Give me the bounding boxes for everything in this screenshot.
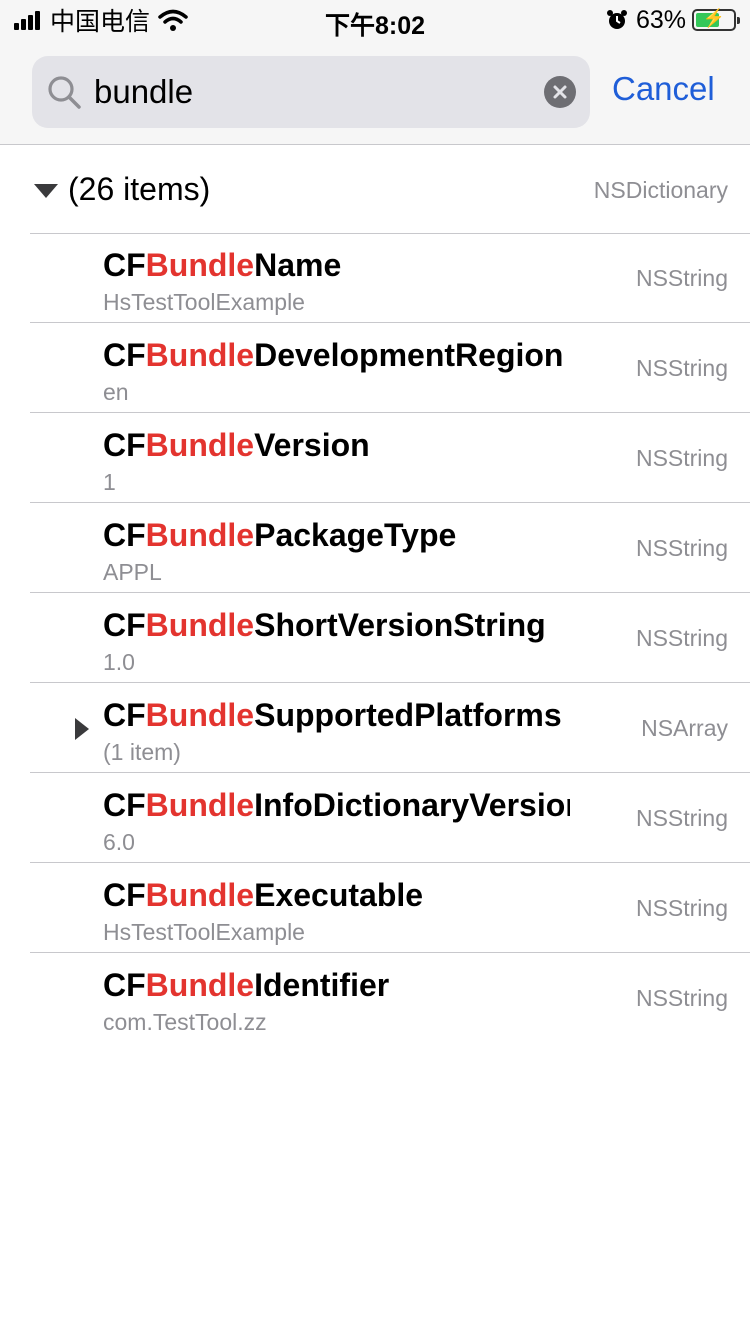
entry-type: NSString	[635, 805, 728, 831]
status-bar: 中国电信 下午8:02 63% ⚡	[0, 0, 750, 40]
key-match-highlight: Bundle	[145, 427, 255, 463]
key-suffix: Executable	[254, 877, 424, 913]
clear-icon	[553, 85, 567, 99]
root-dictionary-row[interactable]: (26 items) NSDictionary	[0, 145, 750, 234]
entry-key: CFBundleIdentifier	[103, 967, 570, 1004]
list-item[interactable]: CFBundlePackageType APPL NSString	[0, 503, 750, 593]
entry-key: CFBundleDevelopmentRegion	[103, 337, 570, 374]
entry-key: CFBundleShortVersionString	[103, 607, 570, 644]
collapse-triangle-icon[interactable]	[34, 183, 58, 199]
list-item[interactable]: CFBundleShortVersionString 1.0 NSString	[0, 593, 750, 683]
key-match-highlight: Bundle	[145, 607, 255, 643]
entry-type: NSArray	[641, 715, 728, 741]
list-item[interactable]: CFBundleVersion 1 NSString	[0, 413, 750, 503]
entry-value: com.TestTool.zz	[103, 1009, 267, 1035]
entry-type: NSString	[635, 355, 728, 381]
key-match-highlight: Bundle	[145, 787, 255, 823]
entry-key: CFBundleName	[103, 247, 570, 284]
key-suffix: Name	[254, 247, 342, 283]
entry-type: NSString	[635, 265, 728, 291]
entry-value: en	[103, 379, 129, 405]
entry-key: CFBundlePackageType	[103, 517, 570, 554]
key-match-highlight: Bundle	[145, 967, 255, 1003]
key-prefix: CF	[103, 247, 146, 283]
entry-value: (1 item)	[103, 739, 181, 765]
key-prefix: CF	[103, 697, 146, 733]
entry-value: APPL	[103, 559, 162, 585]
list-item[interactable]: CFBundleDevelopmentRegion en NSString	[0, 323, 750, 413]
entry-type: NSString	[635, 445, 728, 471]
key-suffix: ShortVersionString	[254, 607, 546, 643]
entry-key: CFBundleExecutable	[103, 877, 570, 914]
entry-value: 1	[103, 469, 116, 495]
key-match-highlight: Bundle	[145, 877, 255, 913]
search-icon	[48, 76, 81, 109]
entry-value: 1.0	[103, 649, 135, 675]
entry-value: 6.0	[103, 829, 135, 855]
list-item[interactable]: CFBundleExecutable HsTestToolExample NSStr…	[0, 863, 750, 953]
entry-value: HsTestToolExample	[103, 289, 305, 315]
key-match-highlight: Bundle	[145, 247, 255, 283]
key-suffix: DevelopmentRegion	[254, 337, 564, 373]
search-bar: Cancel	[0, 40, 750, 145]
key-match-highlight: Bundle	[145, 337, 255, 373]
key-prefix: CF	[103, 787, 146, 823]
key-suffix: PackageType	[254, 517, 457, 553]
list-item[interactable]: CFBundleIdentifier com.TestTool.zz NSStrin…	[0, 953, 750, 1043]
key-prefix: CF	[103, 607, 146, 643]
entry-key: CFBundleVersion	[103, 427, 570, 464]
search-input[interactable]	[94, 68, 554, 116]
cancel-button[interactable]: Cancel	[612, 70, 715, 108]
entry-value: HsTestToolExample	[103, 919, 305, 945]
key-prefix: CF	[103, 877, 146, 913]
root-item-count: (26 items)	[68, 171, 211, 207]
entry-type: NSString	[635, 625, 728, 651]
key-suffix: SupportedPlatforms	[254, 697, 562, 733]
list-item[interactable]: CFBundleSupportedPlatforms (1 item) NSArra…	[0, 683, 750, 773]
key-prefix: CF	[103, 427, 146, 463]
key-prefix: CF	[103, 967, 146, 1003]
entry-key: CFBundleSupportedPlatforms	[103, 697, 570, 734]
key-suffix: Identifier	[254, 967, 390, 1003]
key-match-highlight: Bundle	[145, 697, 255, 733]
battery-percent: 63%	[635, 5, 686, 34]
list-item[interactable]: CFBundleInfoDictionaryVersion 6.0 NSString	[0, 773, 750, 863]
status-bar-right: 63% ⚡	[606, 5, 740, 34]
entry-type: NSString	[635, 985, 728, 1011]
alarm-icon	[606, 10, 627, 29]
key-prefix: CF	[103, 517, 146, 553]
key-match-highlight: Bundle	[145, 517, 255, 553]
list-item[interactable]: CFBundleName HsTestToolExample NSString	[0, 233, 750, 323]
expand-triangle-icon[interactable]	[74, 718, 90, 740]
key-suffix: InfoDictionaryVersion	[254, 787, 570, 823]
plist-entry-list: CFBundleName HsTestToolExample NSString CFB…	[0, 233, 750, 1043]
search-field[interactable]	[32, 56, 590, 128]
key-prefix: CF	[103, 337, 146, 373]
battery-icon: ⚡	[692, 8, 740, 31]
key-suffix: Version	[254, 427, 370, 463]
clear-search-button[interactable]	[544, 76, 576, 108]
entry-type: NSString	[635, 535, 728, 561]
root-type-label: NSDictionary	[593, 177, 728, 203]
entry-type: NSString	[635, 895, 728, 921]
entry-key: CFBundleInfoDictionaryVersion	[103, 787, 570, 824]
